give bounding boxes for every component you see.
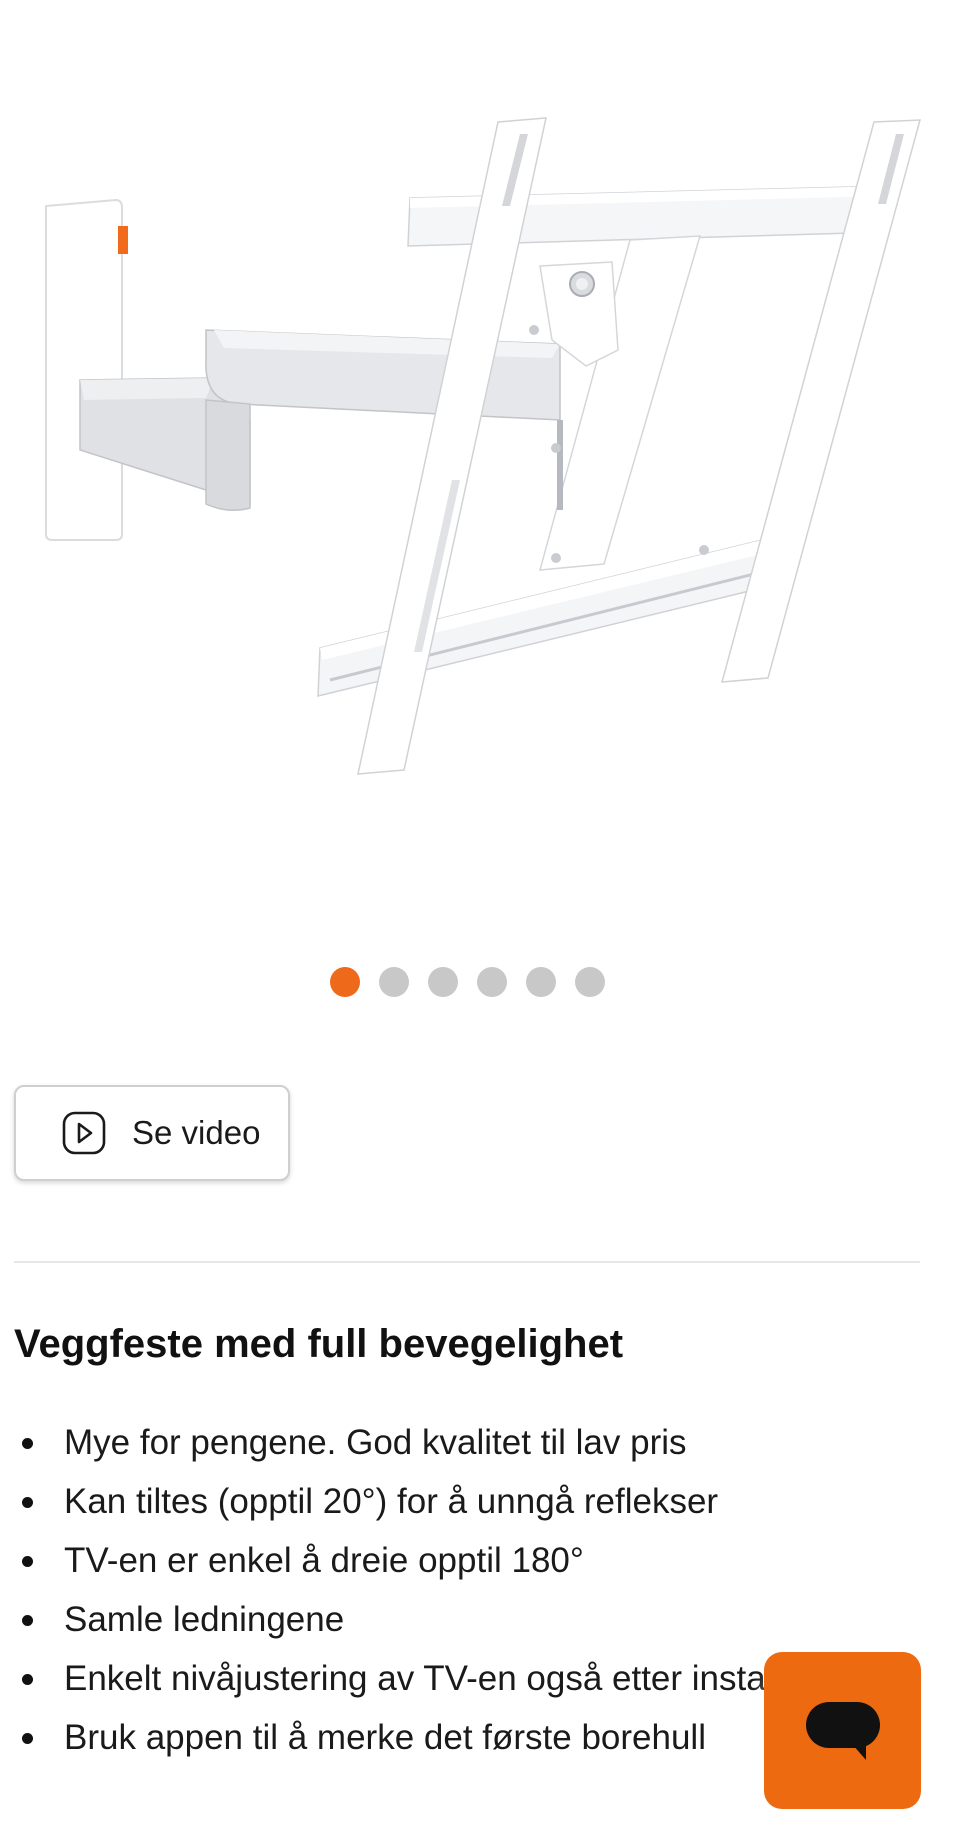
bullet-icon <box>22 1674 33 1685</box>
feature-item: Kan tiltes (opptil 20°) for å unngå refl… <box>14 1472 944 1531</box>
tv-wall-mount-image <box>45 117 921 775</box>
watch-video-label: Se video <box>132 1114 261 1151</box>
chat-button[interactable] <box>764 1652 921 1809</box>
chat-bubble-icon <box>805 1701 880 1760</box>
section-divider <box>14 1261 920 1263</box>
feature-text: Mye for pengene. God kvalitet til lav pr… <box>64 1423 687 1462</box>
watch-video-button[interactable]: Se video <box>14 1085 290 1181</box>
product-image[interactable] <box>0 0 960 940</box>
carousel-dot-6[interactable] <box>574 967 605 997</box>
carousel-dot-5[interactable] <box>525 967 556 997</box>
bullet-icon <box>22 1497 33 1508</box>
play-icon <box>62 1111 106 1155</box>
feature-text: Kan tiltes (opptil 20°) for å unngå refl… <box>64 1482 719 1521</box>
section-title: Veggfeste med full bevegelighet <box>14 1322 624 1366</box>
bullet-icon <box>22 1733 33 1744</box>
feature-item: Mye for pengene. God kvalitet til lav pr… <box>14 1413 944 1472</box>
bullet-icon <box>22 1556 33 1567</box>
bullet-icon <box>22 1438 33 1449</box>
carousel-dot-4[interactable] <box>476 967 507 997</box>
image-carousel-dots <box>0 967 934 997</box>
carousel-dot-1[interactable] <box>329 967 360 997</box>
feature-text: TV-en er enkel å dreie opptil 180° <box>64 1541 584 1580</box>
bullet-icon <box>22 1615 33 1626</box>
feature-item: TV-en er enkel å dreie opptil 180° <box>14 1531 944 1590</box>
feature-text: Samle ledningene <box>64 1600 345 1639</box>
feature-text: Bruk appen til å merke det første borehu… <box>64 1718 706 1757</box>
carousel-dot-3[interactable] <box>427 967 458 997</box>
carousel-dot-2[interactable] <box>378 967 409 997</box>
